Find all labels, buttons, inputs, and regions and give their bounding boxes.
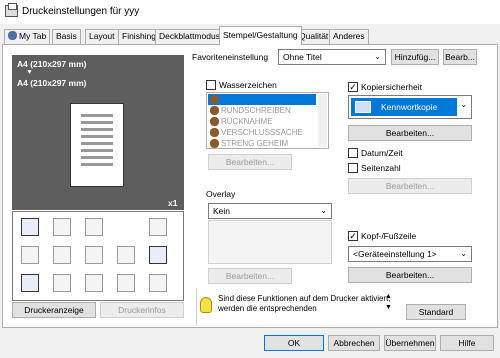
page-number-edit-button[interactable]: Bearbeiten... (348, 178, 472, 194)
list-item[interactable] (208, 94, 316, 105)
info-line-2: werden die entsprechenden (218, 304, 317, 313)
watermark-edit-button[interactable]: Bearbeiten... (208, 154, 292, 170)
printer-info-button[interactable]: Druckerinfos (100, 302, 184, 318)
down-arrow-icon: ▼ (26, 69, 33, 76)
help-button[interactable]: Hilfe (440, 335, 494, 351)
sort-icon[interactable] (53, 246, 71, 264)
ok-button[interactable]: OK (264, 335, 324, 351)
cancel-button[interactable]: Abbrechen (328, 335, 380, 351)
stamp-icon (210, 139, 219, 148)
list-item[interactable]: RUNDSCHREIBEN (208, 105, 313, 116)
chevron-down-icon: ⌄ (460, 249, 467, 258)
list-item[interactable]: VERSCHLUSSSACHE (208, 127, 313, 138)
copy-security-select[interactable]: Kennwortkopie ⌄ (348, 95, 472, 119)
overlay-list[interactable] (208, 220, 332, 264)
rotate-icon[interactable] (149, 218, 167, 236)
overlay-label: Overlay (206, 189, 236, 199)
favorites-add-button[interactable]: Hinzufüg... (391, 49, 439, 65)
copy-security-label: Kopiersicherheit (361, 82, 422, 92)
favorites-label: Favoriteneinstellung (192, 52, 269, 62)
info-line-1: Sind diese Funktionen auf dem Drucker ak… (218, 294, 391, 303)
page-number-checkbox[interactable] (348, 163, 358, 173)
title-bar: Druckeinstellungen für yyy (0, 0, 500, 24)
list-item[interactable]: STRENG GEHEIM (208, 138, 313, 148)
standard-button[interactable]: Standard (406, 304, 466, 320)
print-preview: A4 (210x297 mm) ▼ A4 (210x297 mm) x1 (12, 55, 184, 210)
tab-finishing[interactable]: Finishing (118, 29, 161, 44)
stamp-icon (210, 95, 219, 104)
watermark-list[interactable]: RUNDSCHREIBEN RÜCKNAHME VERSCHLUSSSACHE … (206, 92, 329, 149)
font-icon[interactable] (85, 246, 103, 264)
stamp-icon (210, 117, 219, 126)
watermark-checkbox[interactable] (206, 80, 216, 90)
copy-security-icon[interactable] (149, 246, 167, 264)
tab-stempel-gestaltung[interactable]: Stempel/Gestaltung (219, 26, 302, 45)
overlay-edit-button[interactable]: Bearbeiten... (208, 268, 292, 284)
date-time-checkbox[interactable] (348, 148, 358, 158)
combine-icon[interactable] (53, 218, 71, 236)
lightbulb-icon (200, 297, 212, 313)
printer-icon (5, 3, 18, 17)
copy-security-edit-button[interactable]: Bearbeiten... (348, 125, 472, 141)
watermark-scrollbar[interactable] (318, 94, 327, 147)
duplex-icon[interactable] (21, 246, 39, 264)
overlay-select[interactable]: Kein ⌄ (208, 203, 332, 219)
settings-icon[interactable] (149, 274, 167, 292)
copy-security-checkbox[interactable]: ✓ (348, 82, 358, 92)
tab-my-tab[interactable]: My Tab (4, 29, 51, 44)
tab-layout[interactable]: Layout (85, 29, 119, 44)
user-icon (8, 31, 17, 40)
date-time-label: Datum/Zeit (361, 148, 403, 158)
page-number-label: Seitenzahl (361, 163, 401, 173)
chevron-down-icon: ⌄ (320, 206, 327, 215)
watermark-label: Wasserzeichen (219, 80, 277, 90)
chevron-down-icon: ⌄ (460, 100, 467, 109)
layout-icon[interactable] (85, 218, 103, 236)
chevron-down-icon: ⌄ (374, 52, 381, 61)
function-icon-grid (12, 211, 184, 301)
list-item[interactable]: RÜCKNAHME (208, 116, 313, 127)
paper-size-top: A4 (210x297 mm) (17, 59, 87, 69)
header-footer-icon[interactable] (21, 274, 39, 292)
scroll-down-icon[interactable]: ▼ (385, 304, 392, 311)
header-footer-checkbox[interactable]: ✓ (348, 231, 358, 241)
tab-basis[interactable]: Basis (52, 29, 81, 44)
document-icon[interactable] (21, 218, 39, 236)
apply-button[interactable]: Übernehmen (384, 335, 436, 351)
tab-deckblattmodus[interactable]: Deckblattmodus (155, 29, 224, 44)
paper-size-bottom: A4 (210x297 mm) (17, 78, 87, 88)
favorites-edit-button[interactable]: Bearb... (443, 49, 477, 65)
copy-count: x1 (168, 198, 178, 208)
scroll-up-icon[interactable]: ▲ (385, 293, 392, 300)
person-icon[interactable] (85, 274, 103, 292)
header-footer-label: Kopf-/Fußzeile (361, 231, 417, 241)
favorites-select[interactable]: Ohne Titel ⌄ (278, 49, 386, 65)
stamp-icon[interactable] (53, 274, 71, 292)
page-icon[interactable] (117, 274, 135, 292)
stamp-icon (210, 128, 219, 137)
header-footer-edit-button[interactable]: Bearbeiten... (348, 267, 472, 283)
page-preview (70, 103, 124, 187)
printer-view-button[interactable]: Druckeranzeige (12, 302, 96, 318)
stamp-icon (210, 106, 219, 115)
window-title: Druckeinstellungen für yyy (22, 6, 140, 17)
header-footer-select[interactable]: <Geräteeinstellung 1> ⌄ (348, 246, 472, 262)
lock-icon (355, 101, 371, 113)
tab-anderes[interactable]: Anderes (329, 29, 369, 44)
watermark-func-icon[interactable] (117, 246, 135, 264)
